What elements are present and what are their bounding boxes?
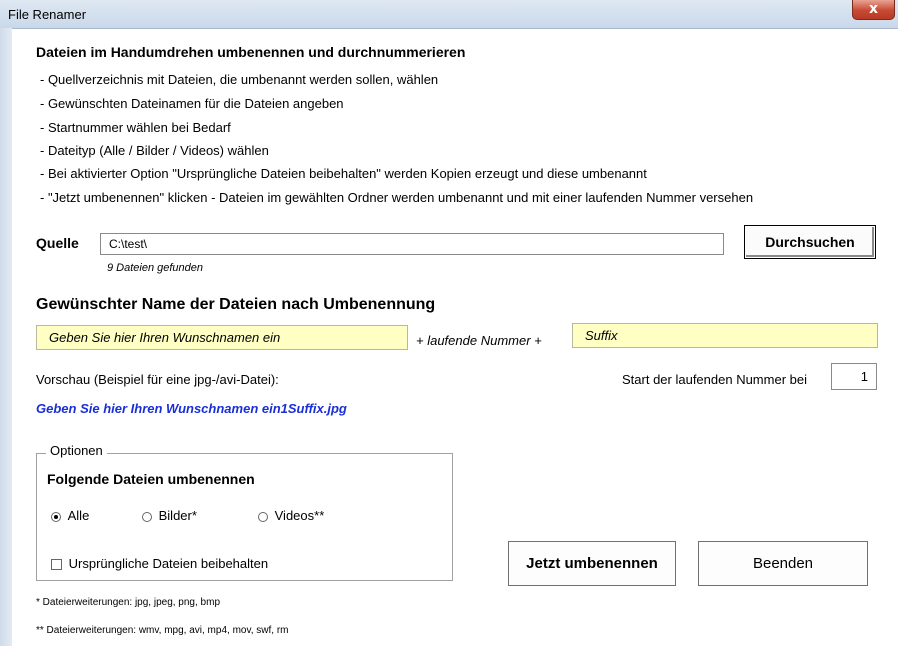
exit-button[interactable]: Beenden (698, 541, 868, 586)
suffix-input[interactable]: Suffix (572, 323, 878, 348)
radio-all[interactable]: Alle (51, 508, 89, 523)
naming-heading: Gewünschter Name der Dateien nach Umbene… (36, 296, 436, 313)
source-path-input[interactable]: C:\test\ (100, 233, 724, 255)
close-button[interactable]: x (852, 0, 895, 20)
exit-button-label: Beenden (752, 555, 814, 572)
intro-bullet: - Startnummer wählen bei Bedarf (40, 120, 231, 135)
keep-originals-box[interactable] (51, 559, 62, 571)
close-icon: x (868, 1, 879, 17)
intro-heading: Dateien im Handumdrehen umbenennen und d… (36, 44, 466, 60)
rename-button-label: Jetzt umbenennen (526, 555, 658, 572)
files-found-text: 9 Dateien gefunden (107, 262, 204, 274)
radio-all-label: Alle (67, 508, 90, 523)
footnote-videos: ** Dateierweiterungen: wmv, mpg, avi, mp… (36, 625, 289, 636)
window-titlebar: File Renamer x (0, 0, 898, 29)
radio-all-indicator[interactable] (51, 511, 61, 522)
rename-button[interactable]: Jetzt umbenennen (508, 541, 676, 586)
source-label: Quelle (36, 235, 79, 251)
radio-videos-indicator[interactable] (258, 511, 268, 522)
preview-label: Vorschau (Beispiel für eine jpg-/avi-Dat… (36, 372, 279, 387)
start-number-label: Start der laufenden Nummer bei (622, 372, 807, 387)
intro-bullet: - Gewünschten Dateinamen für die Dateien… (40, 96, 344, 111)
radio-videos-label: Videos** (274, 508, 325, 523)
browse-button-label: Durchsuchen (765, 234, 855, 250)
preview-value: Geben Sie hier Ihren Wunschnamen ein1Suf… (36, 401, 347, 416)
keep-originals-label: Ursprüngliche Dateien beibehalten (68, 556, 269, 571)
options-legend: Optionen (46, 443, 107, 458)
plus-number-text: + laufende Nummer + (416, 333, 542, 348)
intro-bullet: - Dateityp (Alle / Bilder / Videos) wähl… (40, 143, 269, 158)
window-title: File Renamer (8, 7, 87, 22)
radio-videos[interactable]: Videos** (258, 508, 324, 523)
footnote-images: * Dateierweiterungen: jpg, jpeg, png, bm… (36, 597, 221, 608)
file-type-heading: Folgende Dateien umbenennen (47, 471, 255, 487)
intro-bullet: - Bei aktivierter Option "Ursprüngliche … (40, 166, 647, 181)
intro-bullet: - "Jetzt umbenennen" klicken - Dateien i… (40, 190, 754, 205)
keep-originals-checkbox[interactable]: Ursprüngliche Dateien beibehalten (51, 556, 268, 571)
window-frame-left (0, 28, 12, 646)
intro-bullet: - Quellverzeichnis mit Dateien, die umbe… (40, 72, 439, 87)
radio-images-indicator[interactable] (142, 511, 152, 522)
browse-button[interactable]: Durchsuchen (744, 225, 876, 259)
start-number-input[interactable]: 1 (831, 363, 877, 390)
radio-images[interactable]: Bilder* (142, 508, 197, 523)
name-input[interactable]: Geben Sie hier Ihren Wunschnamen ein (36, 325, 408, 350)
radio-images-label: Bilder* (158, 508, 197, 523)
